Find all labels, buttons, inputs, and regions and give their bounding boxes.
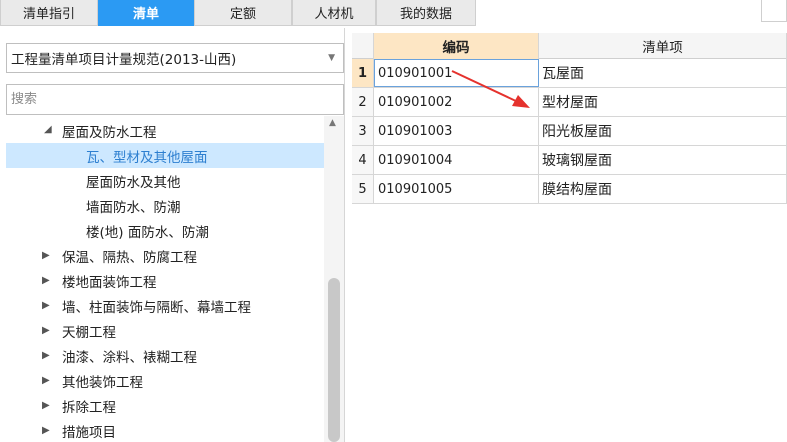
- collapsed-triangle-icon[interactable]: ▶: [42, 375, 50, 386]
- chevron-down-icon[interactable]: ▼: [328, 53, 335, 63]
- tree-node-label: 措施项目: [62, 424, 116, 441]
- tree-node-label: 拆除工程: [62, 399, 116, 416]
- collapsed-triangle-icon[interactable]: ▶: [42, 350, 50, 361]
- table-row[interactable]: 2 010901002 型材屋面: [352, 88, 787, 117]
- tree-node-floor-decoration[interactable]: ▶ 楼地面装饰工程: [6, 268, 324, 293]
- search-input[interactable]: [6, 84, 344, 115]
- row-name[interactable]: 玻璃钢屋面: [539, 146, 787, 174]
- collapsed-triangle-icon[interactable]: ▶: [42, 425, 50, 436]
- spec-select[interactable]: 工程量清单项目计量规范(2013-山西) ▼: [6, 43, 344, 73]
- spec-select-value: 工程量清单项目计量规范(2013-山西): [11, 52, 237, 68]
- row-code[interactable]: 010901003: [374, 117, 539, 145]
- tree-node-ceiling[interactable]: ▶ 天棚工程: [6, 318, 324, 343]
- tree-node-demolition[interactable]: ▶ 拆除工程: [6, 393, 324, 418]
- tree-scrollbar[interactable]: ▲: [324, 116, 344, 442]
- row-number-header: [352, 33, 374, 59]
- row-number: 4: [352, 146, 374, 174]
- row-name[interactable]: 瓦屋面: [539, 59, 787, 87]
- tree-node-tile-profile-roof[interactable]: 瓦、型材及其他屋面: [6, 143, 324, 168]
- row-number: 2: [352, 88, 374, 116]
- tree-node-label: 墙、柱面装饰与隔断、幕墙工程: [62, 299, 251, 316]
- collapsed-triangle-icon[interactable]: ▶: [42, 300, 50, 311]
- tree-node-label: 瓦、型材及其他屋面: [86, 149, 208, 166]
- row-number: 5: [352, 175, 374, 203]
- tab-labor-material-machine[interactable]: 人材机: [292, 0, 376, 26]
- tree-node-label: 楼(地) 面防水、防潮: [86, 224, 209, 241]
- expanded-triangle-icon[interactable]: ◢: [44, 124, 52, 135]
- category-tree: ◢ 屋面及防水工程 瓦、型材及其他屋面 屋面防水及其他 墙面防水、防潮 楼(地)…: [6, 118, 324, 442]
- collapsed-triangle-icon[interactable]: ▶: [42, 275, 50, 286]
- table-row[interactable]: 1 010901001 瓦屋面: [352, 59, 787, 88]
- table-row[interactable]: 4 010901004 玻璃钢屋面: [352, 146, 787, 175]
- tree-node-other-decoration[interactable]: ▶ 其他装饰工程: [6, 368, 324, 393]
- collapsed-triangle-icon[interactable]: ▶: [42, 250, 50, 261]
- tree-node-paint-coating[interactable]: ▶ 油漆、涂料、裱糊工程: [6, 343, 324, 368]
- table-row[interactable]: 5 010901005 膜结构屋面: [352, 175, 787, 204]
- tree-node-label: 天棚工程: [62, 324, 116, 341]
- tree-node-label: 其他装饰工程: [62, 374, 143, 391]
- row-number: 1: [352, 59, 374, 87]
- tree-node-label: 楼地面装饰工程: [62, 274, 157, 291]
- row-code[interactable]: 010901001: [374, 59, 539, 87]
- row-code[interactable]: 010901004: [374, 146, 539, 174]
- collapsed-triangle-icon[interactable]: ▶: [42, 400, 50, 411]
- tab-bar-search-box[interactable]: [761, 0, 787, 22]
- row-name[interactable]: 阳光板屋面: [539, 117, 787, 145]
- tree-node-insulation[interactable]: ▶ 保温、隔热、防腐工程: [6, 243, 324, 268]
- tab-quota[interactable]: 定额: [194, 0, 292, 26]
- tree-node-roof-waterproof[interactable]: ◢ 屋面及防水工程: [6, 118, 324, 143]
- code-column-header[interactable]: 编码: [374, 33, 539, 59]
- tab-list-guide[interactable]: 清单指引: [0, 0, 98, 26]
- collapsed-triangle-icon[interactable]: ▶: [42, 325, 50, 336]
- tree-node-measures[interactable]: ▶ 措施项目: [6, 418, 324, 442]
- left-panel: 工程量清单项目计量规范(2013-山西) ▼ ◢ 屋面及防水工程 瓦、型材及其他…: [0, 28, 345, 442]
- row-name[interactable]: 膜结构屋面: [539, 175, 787, 203]
- tree-node-label: 屋面及防水工程: [62, 124, 157, 141]
- row-code[interactable]: 010901002: [374, 88, 539, 116]
- table-row[interactable]: 3 010901003 阳光板屋面: [352, 117, 787, 146]
- tab-bar: 清单指引 清单 定额 人材机 我的数据: [0, 0, 787, 28]
- tree-node-label: 油漆、涂料、裱糊工程: [62, 349, 197, 366]
- row-name[interactable]: 型材屋面: [539, 88, 787, 116]
- tree-node-wall-column-decoration[interactable]: ▶ 墙、柱面装饰与隔断、幕墙工程: [6, 293, 324, 318]
- tree-node-label: 屋面防水及其他: [86, 174, 181, 191]
- scrollbar-thumb[interactable]: [328, 278, 340, 442]
- tab-bill[interactable]: 清单: [98, 0, 194, 26]
- row-code[interactable]: 010901005: [374, 175, 539, 203]
- scroll-up-icon[interactable]: ▲: [329, 118, 336, 128]
- tab-my-data[interactable]: 我的数据: [376, 0, 476, 26]
- name-column-header[interactable]: 清单项: [539, 33, 787, 59]
- grid-header: 编码 清单项: [352, 33, 787, 59]
- row-number: 3: [352, 117, 374, 145]
- tree-node-wall-waterproof[interactable]: 墙面防水、防潮: [6, 193, 324, 218]
- tree-node-label: 保温、隔热、防腐工程: [62, 249, 197, 266]
- tree-node-label: 墙面防水、防潮: [86, 199, 181, 216]
- tree-node-roof-waterproof-other[interactable]: 屋面防水及其他: [6, 168, 324, 193]
- tree-node-floor-waterproof[interactable]: 楼(地) 面防水、防潮: [6, 218, 324, 243]
